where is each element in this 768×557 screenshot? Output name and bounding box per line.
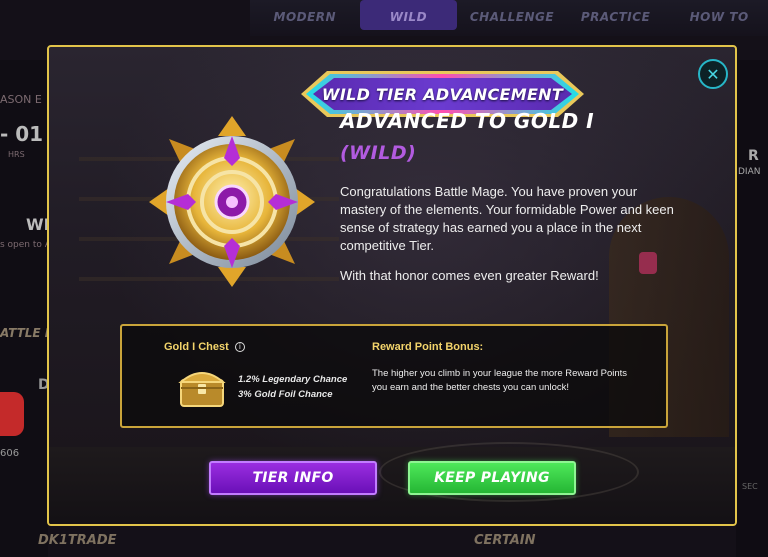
reward-bonus-title: Reward Point Bonus: [372, 341, 484, 353]
opponent-name-left: DK1TRADE [38, 533, 117, 548]
gold-tier-emblem-icon [149, 116, 315, 287]
tab-wild[interactable]: WILD [359, 0, 458, 30]
legendary-chance: 1.2% Legendary Chance [238, 374, 348, 385]
tier-info-button[interactable]: TIER INFO [209, 461, 377, 495]
chest-title: Gold I Chest i [164, 341, 245, 353]
tier-heading: ADVANCED TO GOLD I [340, 109, 595, 133]
side-number: 606 [0, 448, 20, 459]
right-sub: DIAN [738, 167, 761, 177]
reward-teaser-text: With that honor comes even greater Rewar… [340, 268, 599, 283]
reward-panel: Gold I Chest i 1.2% Legendary Chance 3% … [120, 324, 668, 428]
info-icon[interactable]: i [234, 342, 245, 353]
close-x-icon: ✕ [706, 64, 720, 84]
player-avatar [0, 392, 24, 436]
tab-how-to[interactable]: HOW TO [670, 0, 768, 30]
tier-format-label: (WILD) [340, 142, 417, 164]
mode-tabs: MODERN WILD CHALLENGE PRACTICE HOW TO [250, 0, 768, 36]
tier-advancement-modal: ✕ WILD TIER ADVANCEMENT ADVANCED TO GOLD… [47, 45, 737, 526]
congratulations-text: Congratulations Battle Mage. You have pr… [340, 184, 674, 253]
right-small: SEC [742, 482, 758, 491]
tab-practice[interactable]: PRACTICE [567, 0, 665, 30]
tab-modern[interactable]: MODERN [256, 0, 354, 30]
season-label: ASON E [0, 93, 42, 106]
gold-chest-icon [178, 372, 226, 407]
open-text: s open to A [0, 240, 51, 250]
tab-challenge[interactable]: CHALLENGE [463, 0, 561, 30]
keep-playing-button[interactable]: KEEP PLAYING [408, 461, 576, 495]
opponent-name-right: CERTAIN [474, 533, 536, 548]
reward-bonus-text: The higher you climb in your league the … [372, 368, 628, 393]
right-label: R [748, 148, 759, 164]
gold-foil-chance: 3% Gold Foil Chance [238, 389, 333, 400]
timer-unit: HRS [8, 150, 25, 159]
close-button[interactable]: ✕ [698, 59, 728, 89]
chest-title-text: Gold I Chest [164, 341, 229, 353]
